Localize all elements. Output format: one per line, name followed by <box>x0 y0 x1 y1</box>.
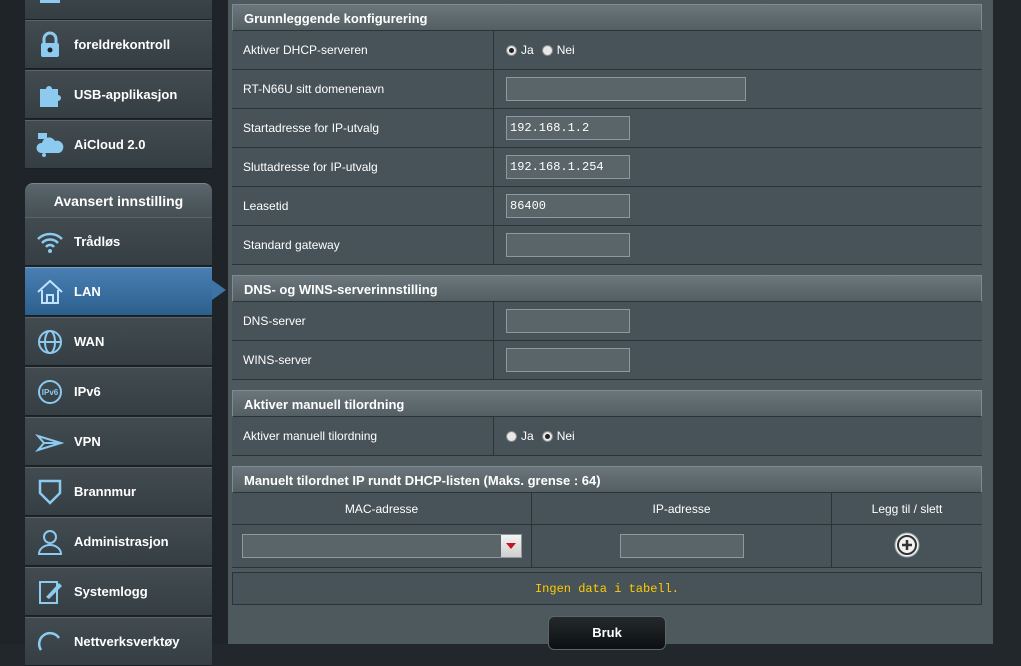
sidebar-item-wan[interactable]: WAN <box>25 317 212 366</box>
vpn-icon <box>33 425 67 459</box>
manual-assignment-section: Aktiver manuell tilordning Aktiver manue… <box>232 390 982 456</box>
sidebar-item-administration[interactable]: Administrasjon <box>25 517 212 566</box>
field-label: Aktiver manuell tilordning <box>232 417 494 455</box>
main-content: Grunnleggende konfigurering Aktiver DHCP… <box>228 0 993 650</box>
sidebar-item-label: WAN <box>74 334 105 349</box>
sidebar-item-usb[interactable]: USB-applikasjon <box>25 70 212 119</box>
dhcp-enable-row: Aktiver DHCP-serveren Ja Nei <box>232 31 982 70</box>
mac-address-combo[interactable] <box>241 534 522 558</box>
dns-server-input[interactable] <box>506 309 630 333</box>
sidebar-item-wireless[interactable]: Trådløs <box>25 217 212 266</box>
dns-server-row: DNS-server <box>232 302 982 341</box>
sidebar-item-label: AiCloud 2.0 <box>74 137 146 152</box>
radio-selected-icon <box>541 430 553 442</box>
section-title: Grunnleggende konfigurering <box>232 4 982 31</box>
section-title: DNS- og WINS-serverinnstilling <box>232 275 982 302</box>
sidebar-item-label: Administrasjon <box>74 534 169 549</box>
field-label: WINS-server <box>232 341 494 379</box>
apply-button[interactable]: Bruk <box>548 616 666 650</box>
sidebar-item-label: IPv6 <box>74 384 101 399</box>
sidebar-item-label: Systemlogg <box>74 584 148 599</box>
wins-server-input[interactable] <box>506 348 630 372</box>
log-icon <box>33 575 67 609</box>
ipv6-icon: IPv6 <box>33 375 67 409</box>
field-label: Leasetid <box>232 187 494 225</box>
lease-time-row: Leasetid 86400 <box>232 187 982 226</box>
manual-assignment-row: Aktiver manuell tilordning Ja Nei <box>232 417 982 456</box>
sidebar-item-label: Brannmur <box>74 484 137 499</box>
column-header-mac: MAC-adresse <box>232 493 532 524</box>
section-title: Manuelt tilordnet IP rundt DHCP-listen (… <box>232 466 982 493</box>
column-header-action: Legg til / slett <box>871 501 943 516</box>
dhcp-yes-radio[interactable]: Ja <box>506 43 534 57</box>
radio-unselected-icon <box>506 430 517 442</box>
table-input-row <box>232 525 982 568</box>
svg-text:IPv6: IPv6 <box>42 388 59 397</box>
radio-selected-icon <box>506 44 517 56</box>
ip-pool-end-row: Sluttadresse for IP-utvalg 192.168.1.254 <box>232 148 982 187</box>
field-label: Standard gateway <box>232 226 494 264</box>
sidebar-item-label: foreldrekontroll <box>74 37 171 52</box>
default-gateway-row: Standard gateway <box>232 226 982 265</box>
field-label: Startadresse for IP-utvalg <box>232 109 494 147</box>
lease-time-input[interactable]: 86400 <box>506 194 630 218</box>
sidebar-item-aicloud[interactable]: AiCloud 2.0 <box>25 120 212 169</box>
sidebar-item-lan[interactable]: LAN <box>25 267 212 316</box>
user-icon <box>33 525 67 559</box>
sidebar-item-ipv6[interactable]: IPv6 IPv6 <box>25 367 212 416</box>
dhcp-no-radio[interactable]: Nei <box>541 43 575 57</box>
basic-config-section: Grunnleggende konfigurering Aktiver DHCP… <box>232 4 982 265</box>
manual-yes-radio[interactable]: Ja <box>506 429 534 443</box>
manual-no-radio[interactable]: Nei <box>541 429 575 443</box>
home-icon <box>33 275 67 309</box>
sidebar-item-parental[interactable]: foreldrekontroll <box>25 20 212 69</box>
table-header: MAC-adresse IP-adresse Legg til / slett <box>232 493 982 525</box>
field-label: RT-N66U sitt domenenavn <box>232 70 494 108</box>
lock-icon <box>33 28 67 62</box>
sidebar-item-network-tools[interactable]: Nettverksverktøy <box>25 617 212 666</box>
wifi-icon <box>33 225 67 259</box>
empty-table-message: Ingen data i tabell. <box>232 572 982 605</box>
field-label: Aktiver DHCP-serveren <box>232 31 494 69</box>
sidebar-item-label: Nettverksverktøy <box>74 634 180 649</box>
domain-name-row: RT-N66U sitt domenenavn <box>232 70 982 109</box>
section-title: Aktiver manuell tilordning <box>232 390 982 417</box>
sidebar-item-partial[interactable] <box>25 0 212 20</box>
ip-pool-end-input[interactable]: 192.168.1.254 <box>506 155 630 179</box>
ip-pool-start-input[interactable]: 192.168.1.2 <box>506 116 630 140</box>
ip-address-input[interactable] <box>619 534 744 558</box>
sidebar-item-label: USB-applikasjon <box>74 87 178 102</box>
dropdown-arrow-icon[interactable] <box>500 535 521 557</box>
sidebar-item-label: VPN <box>74 434 101 449</box>
column-header-ip: IP-adresse <box>532 493 832 524</box>
advanced-settings-header: Avansert innstilling <box>25 183 212 217</box>
sidebar-item-label: Trådløs <box>74 234 121 249</box>
add-icon[interactable] <box>894 532 920 561</box>
default-gateway-input[interactable] <box>506 233 630 257</box>
sidebar-item-vpn[interactable]: VPN <box>25 417 212 466</box>
radio-unselected-icon <box>541 44 553 56</box>
manual-dhcp-list-section: Manuelt tilordnet IP rundt DHCP-listen (… <box>232 466 982 605</box>
sidebar-item-firewall[interactable]: Brannmur <box>25 467 212 516</box>
field-label: Sluttadresse for IP-utvalg <box>232 148 494 186</box>
globe-icon <box>33 325 67 359</box>
dns-wins-section: DNS- og WINS-serverinnstilling DNS-serve… <box>232 275 982 380</box>
ip-pool-start-row: Startadresse for IP-utvalg 192.168.1.2 <box>232 109 982 148</box>
partial-icon <box>33 0 67 13</box>
cloud-icon <box>33 128 67 162</box>
domain-name-input[interactable] <box>506 77 746 101</box>
sidebar-item-systemlog[interactable]: Systemlogg <box>25 567 212 616</box>
field-label: DNS-server <box>232 302 494 340</box>
sidebar: foreldrekontroll USB-applikasjon AiCloud… <box>0 0 228 666</box>
active-indicator-arrow <box>212 280 226 300</box>
puzzle-icon <box>33 78 67 112</box>
wins-server-row: WINS-server <box>232 341 982 380</box>
scroll-gutter <box>993 0 1021 644</box>
shield-icon <box>33 475 67 509</box>
tools-icon <box>33 625 67 659</box>
sidebar-item-label: LAN <box>74 284 101 299</box>
